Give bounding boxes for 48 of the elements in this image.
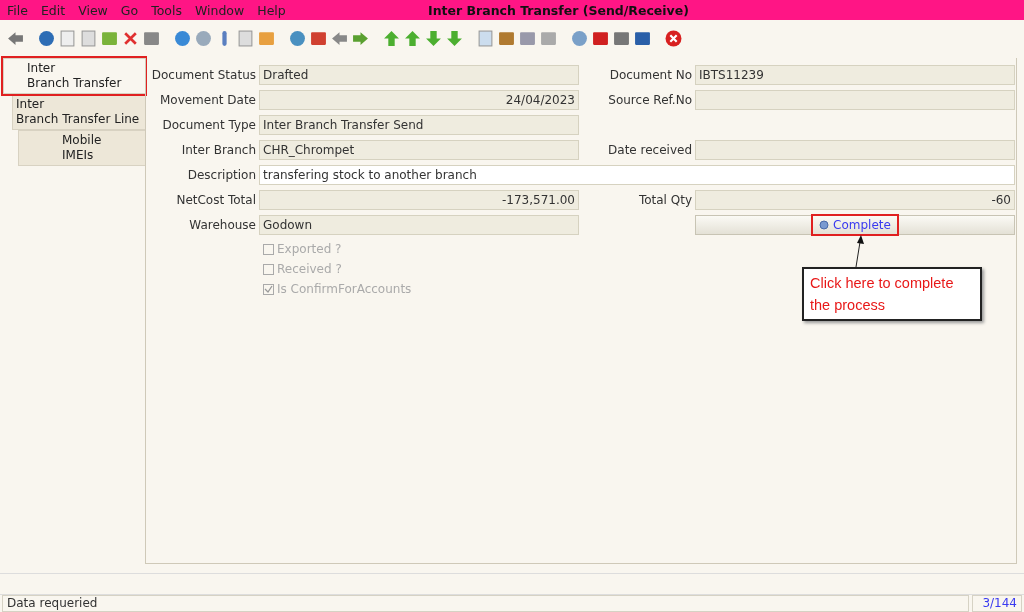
text-field[interactable]: -60 (695, 190, 1015, 210)
field-label: Document Type (161, 118, 256, 132)
check-icon (264, 284, 273, 294)
up-arrow-icon[interactable] (404, 29, 421, 47)
field-label: NetCost Total (175, 193, 256, 207)
field-label: Description (186, 168, 256, 182)
text-field[interactable]: IBTS11239 (695, 65, 1015, 85)
field-label: Source Ref.No (607, 93, 692, 107)
text-field[interactable] (695, 90, 1015, 110)
report-icon[interactable] (477, 29, 494, 47)
tab[interactable]: Inter Branch Transfer Line (12, 94, 145, 130)
text-field[interactable]: Godown (259, 215, 579, 235)
arrow-icon (852, 234, 866, 268)
menu-item[interactable]: Edit (40, 2, 66, 18)
callout-text: Click here to complete the process (802, 267, 982, 321)
window-title: Inter Branch Transfer (Send/Receive) (428, 2, 689, 18)
last-record-icon[interactable] (446, 29, 463, 47)
menu-item[interactable]: Go (120, 2, 139, 18)
text-field[interactable]: Drafted (259, 65, 579, 85)
text-field[interactable]: CHR_Chrompet (259, 140, 579, 160)
record-counter: 3/144 (972, 595, 1022, 612)
text-field[interactable]: Inter Branch Transfer Send (259, 115, 579, 135)
text-field[interactable] (695, 140, 1015, 160)
status-message: Data requeried (2, 595, 969, 612)
close-icon[interactable] (665, 29, 682, 47)
menu-item[interactable]: File (7, 2, 28, 18)
field-label: Total Qty (637, 193, 692, 207)
field-label: Movement Date (158, 93, 256, 107)
field-label: Date received (607, 143, 692, 157)
field-label: Inter Branch (180, 143, 256, 157)
field-label: Document No (608, 68, 692, 82)
back-arrow-icon[interactable] (331, 29, 348, 47)
tab[interactable]: Inter Branch Transfer (3, 58, 145, 94)
menu-item[interactable]: Window (194, 2, 245, 18)
down-arrow-icon[interactable] (425, 29, 442, 47)
text-field[interactable]: -173,571.00 (259, 190, 579, 210)
text-field[interactable]: transfering stock to another branch (259, 165, 1015, 185)
copy-icon[interactable] (80, 29, 97, 47)
text-field[interactable]: 24/04/2023 (259, 90, 579, 110)
undo-icon[interactable] (7, 29, 24, 47)
first-record-icon[interactable] (383, 29, 400, 47)
field-label: Warehouse (188, 218, 256, 232)
complete-button[interactable]: Complete (695, 215, 1015, 235)
tab[interactable]: Mobile IMEIs (18, 130, 145, 166)
menu-item[interactable]: Help (257, 2, 286, 18)
field-label: Document Status (150, 68, 256, 82)
menu-item[interactable]: Tools (151, 2, 182, 18)
menu-item[interactable]: View (78, 2, 108, 18)
